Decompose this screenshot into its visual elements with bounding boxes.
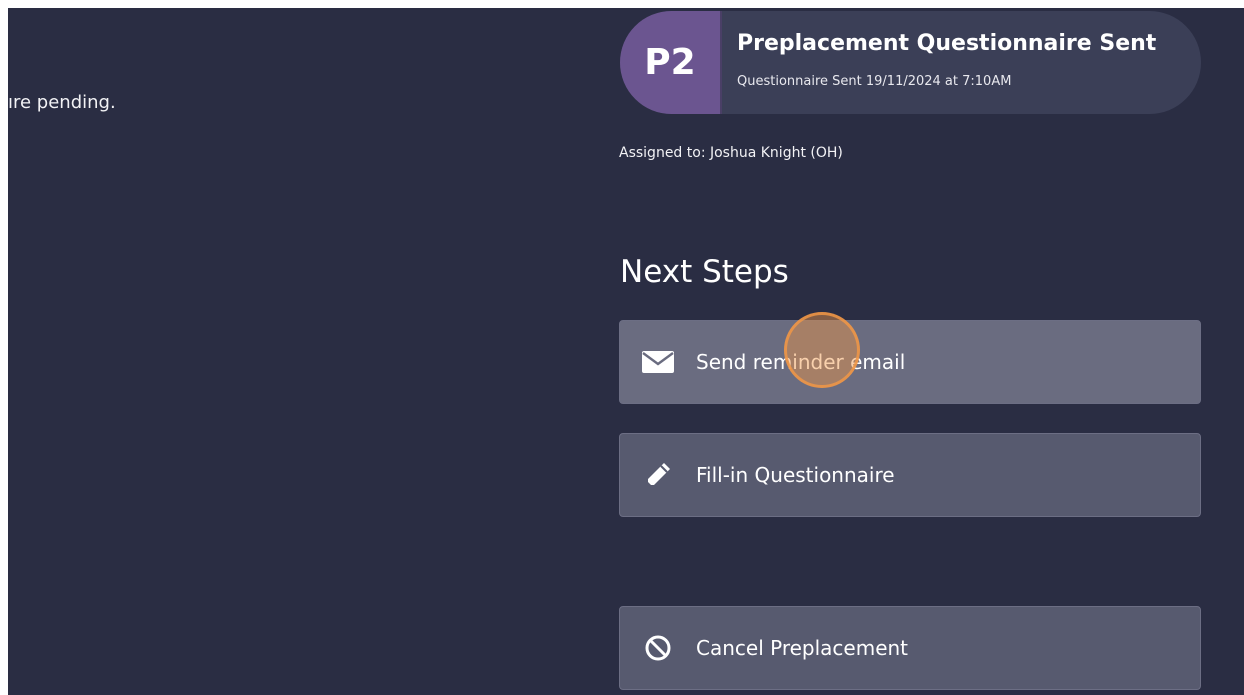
next-steps-heading: Next Steps	[620, 254, 789, 290]
envelope-icon	[640, 347, 676, 377]
app-window: ıre pending. P2 Preplacement Questionnai…	[8, 8, 1244, 695]
cancel-preplacement-label: Cancel Preplacement	[696, 636, 909, 660]
fill-in-questionnaire-button[interactable]: Fill-in Questionnaire	[619, 433, 1201, 517]
status-subtitle: Questionnaire Sent 19/11/2024 at 7:10AM	[737, 74, 1012, 89]
send-reminder-email-label: Send reminder email	[696, 350, 906, 374]
assigned-to-text: Assigned to: Joshua Knight (OH)	[619, 145, 843, 161]
pending-status-text: ıre pending.	[8, 92, 116, 113]
fill-in-questionnaire-label: Fill-in Questionnaire	[696, 463, 895, 487]
send-reminder-email-button[interactable]: Send reminder email	[619, 320, 1201, 404]
status-title: Preplacement Questionnaire Sent	[737, 31, 1157, 56]
status-code-badge: P2	[620, 11, 722, 114]
status-card: P2 Preplacement Questionnaire Sent Quest…	[620, 11, 1201, 114]
pencil-icon	[640, 460, 676, 490]
ban-icon	[640, 633, 676, 663]
cancel-preplacement-button[interactable]: Cancel Preplacement	[619, 606, 1201, 690]
